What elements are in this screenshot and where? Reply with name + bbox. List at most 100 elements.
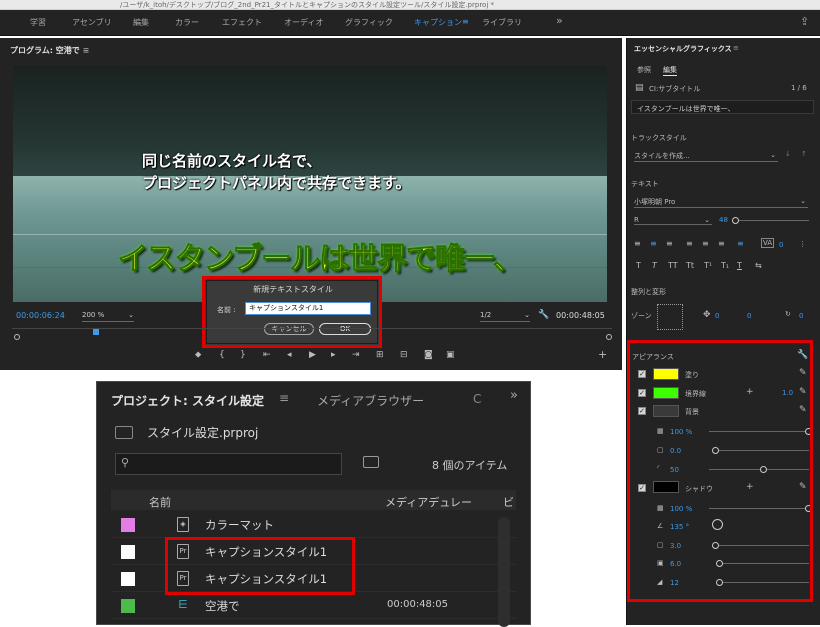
workspace-menu-icon[interactable]: ≡	[462, 17, 469, 26]
workspace-tab-editing[interactable]: 編集	[133, 17, 149, 28]
color-matte-icon: ◈	[177, 517, 189, 532]
playhead-timecode[interactable]: 00:00:06:24	[16, 311, 65, 320]
tracking-value[interactable]: 0	[779, 241, 783, 249]
media-browser-tab[interactable]: メディアブラウザー	[317, 392, 424, 409]
program-monitor-title: プログラム: 空港で ≡	[10, 46, 90, 55]
push-style-icon[interactable]: ↓	[785, 150, 791, 158]
project-file-name: スタイル設定.prproj	[147, 426, 259, 440]
subscript-icon[interactable]: T₁	[721, 261, 729, 270]
panel-overflow-icon[interactable]: »	[510, 388, 518, 403]
timeline-ruler[interactable]	[12, 328, 612, 342]
project-item-name: 空港で	[205, 599, 240, 613]
eg-tab-edit[interactable]: 編集	[663, 65, 677, 76]
underline-icon[interactable]: T	[737, 261, 742, 270]
more-text-options-icon[interactable]: ⋮	[799, 240, 806, 248]
font-size-slider-track[interactable]	[735, 220, 809, 221]
label-color-chip[interactable]	[121, 572, 135, 586]
insert-icon[interactable]: ⊞	[376, 350, 384, 360]
justify-left-icon[interactable]: ≡	[686, 239, 693, 248]
go-to-in-icon[interactable]: ⇤	[263, 350, 271, 360]
project-item-row[interactable]: ⋿ 空港で 00:00:48:05	[111, 592, 516, 619]
workspace-tab-assembly[interactable]: アセンブリ	[72, 17, 112, 28]
subtitle-text[interactable]: イスタンブールは世界で唯一、	[118, 234, 522, 278]
project-item-row[interactable]: ◈ カラーマット	[111, 511, 516, 538]
step-forward-icon[interactable]: ▸	[331, 350, 336, 360]
item-count: 8 個のアイテム	[432, 459, 508, 472]
project-search-input[interactable]: ⚲	[115, 453, 342, 475]
comparison-view-icon[interactable]: ▣	[446, 350, 455, 360]
justify-right-icon[interactable]: ≡	[718, 239, 725, 248]
rotation-value[interactable]: 0	[799, 312, 803, 320]
position-y-value[interactable]: 0	[747, 312, 751, 320]
play-icon[interactable]: ▶	[309, 350, 316, 360]
workspace-tab-libraries[interactable]: ライブラリ	[482, 17, 522, 28]
project-panel-menu-icon[interactable]: ≡	[279, 391, 289, 405]
column-extra-header[interactable]: ビ	[503, 494, 514, 510]
superscript-icon[interactable]: T¹	[704, 261, 712, 270]
overwrite-icon[interactable]: ⊟	[400, 350, 408, 360]
step-back-icon[interactable]: ◂	[287, 350, 292, 360]
font-family-select[interactable]: 小塚明朝 Pro ⌄	[634, 197, 808, 208]
workspace-tab-color[interactable]: カラー	[175, 17, 199, 28]
workspace-tab-learning[interactable]: 学習	[30, 17, 46, 28]
eg-title: エッセンシャルグラフィックス	[634, 45, 732, 53]
new-search-bin-icon[interactable]	[363, 456, 379, 468]
mark-out-icon[interactable]: }	[240, 350, 246, 360]
project-item-duration: 00:00:48:05	[387, 599, 449, 610]
track-style-select[interactable]: スタイルを作成... ⌄	[634, 151, 778, 162]
highlight-box-appearance	[627, 340, 813, 602]
align-left-icon[interactable]: ≡	[634, 239, 641, 248]
more-tabs-icon[interactable]: C	[473, 392, 481, 406]
faux-bold-icon[interactable]: T	[636, 261, 641, 270]
caption-layer-icon: ▤	[635, 83, 644, 93]
add-button-icon[interactable]: +	[598, 348, 607, 361]
workspace-bar: 学習 アセンブリ 編集 カラー エフェクト オーディオ グラフィック キャプショ…	[0, 10, 820, 36]
font-size-value[interactable]: 48	[719, 216, 728, 224]
dialog-name-label: 名前 :	[217, 306, 236, 314]
ruler-end-handle[interactable]	[606, 334, 612, 340]
playhead-marker[interactable]	[93, 329, 99, 335]
small-caps-icon[interactable]: Tt	[686, 261, 694, 270]
justify-all-icon[interactable]: ≡	[737, 239, 744, 248]
position-x-value[interactable]: 0	[715, 312, 719, 320]
video-preview[interactable]: 同じ名前のスタイル名で、 プロジェクトパネル内で共存できます。 イスタンブールは…	[13, 66, 607, 302]
project-panel-title[interactable]: プロジェクト: スタイル設定	[111, 392, 264, 409]
share-icon[interactable]: ⇪	[800, 15, 809, 28]
align-transform-header: 整列と変形	[631, 288, 666, 296]
font-style-select[interactable]: R ⌄	[634, 216, 712, 225]
ruler-start-handle[interactable]	[14, 334, 20, 340]
eg-text-preview[interactable]: イスタンブールは世界で唯一、	[631, 100, 814, 114]
sync-style-icon[interactable]: ↑	[801, 150, 807, 158]
column-name-header[interactable]: 名前	[149, 494, 171, 510]
workspace-tab-effects[interactable]: エフェクト	[222, 17, 262, 28]
export-frame-icon[interactable]: ◙	[424, 350, 433, 360]
settings-wrench-icon[interactable]: 🔧	[538, 310, 549, 320]
align-center-icon[interactable]: ≡	[650, 239, 657, 248]
workspace-tab-captions[interactable]: キャプション	[414, 17, 462, 28]
all-caps-icon[interactable]: TT	[668, 261, 678, 270]
text-direction-icon[interactable]: ⇆	[755, 261, 762, 270]
label-color-chip[interactable]	[121, 518, 135, 532]
mark-in-icon[interactable]: {	[219, 350, 225, 360]
playback-resolution-select[interactable]: 1/2 ⌄	[480, 311, 530, 322]
workspace-tab-graphics[interactable]: グラフィック	[345, 17, 393, 28]
label-color-chip[interactable]	[121, 545, 135, 559]
eg-tab-browse[interactable]: 参照	[637, 65, 651, 75]
eg-menu-icon[interactable]: ≡	[733, 44, 739, 52]
font-size-slider-knob[interactable]	[732, 217, 739, 224]
zoom-level-select[interactable]: 200 % ⌄	[82, 311, 134, 322]
align-right-icon[interactable]: ≡	[666, 239, 673, 248]
window-title-bar: /ユーザ/k_itoh/デスクトップ/ブログ_2nd_Pr21_タイトルとキャプ…	[0, 0, 820, 10]
faux-italic-icon[interactable]: T	[652, 261, 657, 270]
project-list-scrollbar[interactable]	[498, 517, 510, 627]
label-color-chip[interactable]	[121, 599, 135, 613]
workspace-overflow-button[interactable]: »	[556, 14, 563, 27]
project-list-header: 名前 メディアデュレー ビ	[111, 490, 516, 510]
style-name-input[interactable]: キャプションスタイル1	[245, 302, 371, 315]
justify-center-icon[interactable]: ≡	[702, 239, 709, 248]
go-to-out-icon[interactable]: ⇥	[352, 350, 360, 360]
zone-grid-icon[interactable]	[657, 304, 683, 330]
workspace-tab-audio[interactable]: オーディオ	[284, 17, 323, 28]
add-marker-icon[interactable]: ⬥	[195, 350, 201, 360]
column-duration-header[interactable]: メディアデュレー	[385, 494, 472, 510]
